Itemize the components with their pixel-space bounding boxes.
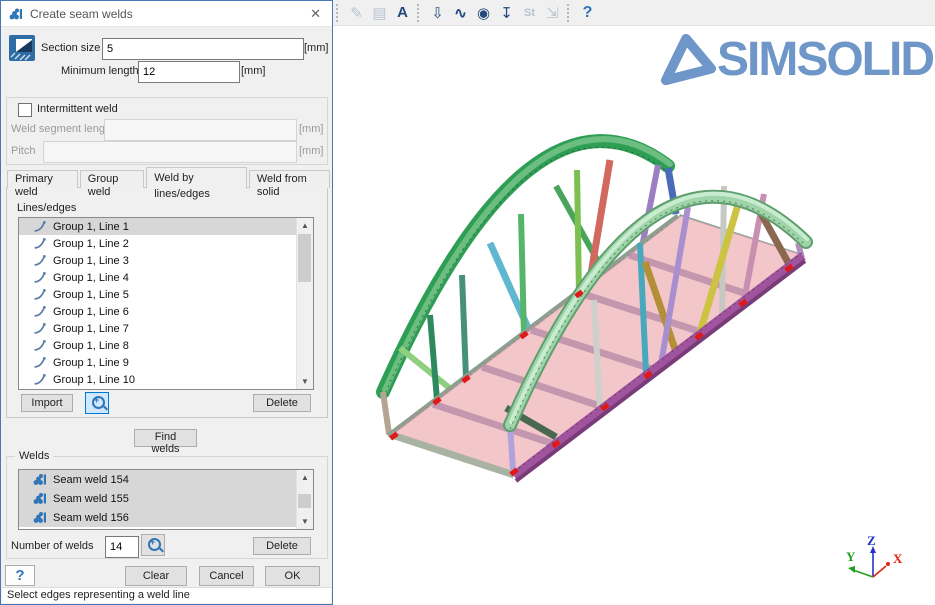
simsolid-triangle-icon [659, 32, 717, 88]
application-window: Z X Y SIMSOLID ✎ ▤ A ⇩ ∿ ◉ ↧ St ⇲ ? [0, 0, 935, 605]
list-item[interactable]: Group 1, Line 4 [19, 269, 313, 286]
list-item[interactable]: Group 1, Line 6 [19, 303, 313, 320]
zoom-to-weld-button[interactable] [141, 534, 165, 556]
list-item[interactable]: Group 1, Line 5 [19, 286, 313, 303]
lines-edges-label: Lines/edges [17, 202, 76, 214]
intermittent-weld-label: Intermittent weld [37, 103, 118, 115]
clear-button[interactable]: Clear [125, 566, 187, 586]
status-text: Select edges representing a weld line [7, 589, 190, 601]
list-item[interactable]: Group 1, Line 7 [19, 320, 313, 337]
section-size-unit: [mm] [304, 42, 328, 54]
weld-by-curve-icon[interactable]: ∿ [449, 2, 472, 23]
scrollbar-thumb[interactable] [298, 494, 311, 508]
list-item[interactable]: Group 1, Line 1 [19, 218, 313, 235]
lines-edges-scrollbar[interactable]: ▲ ▼ [296, 218, 313, 389]
toolbar-grip[interactable] [336, 4, 341, 22]
scroll-up-icon[interactable]: ▲ [297, 218, 313, 233]
weld-by-sphere-icon[interactable]: ◉ [472, 2, 495, 23]
cancel-button[interactable]: Cancel [199, 566, 254, 586]
main-toolbar: ✎ ▤ A ⇩ ∿ ◉ ↧ St ⇲ ? [333, 0, 935, 26]
intermittent-weld-checkbox[interactable] [18, 103, 32, 117]
axis-x-label: X [893, 551, 902, 567]
tab-primary-weld[interactable]: Primary weld [7, 170, 78, 188]
weld-segment-length-input[interactable] [104, 119, 297, 141]
section-size-icon [9, 35, 35, 61]
scroll-down-icon[interactable]: ▼ [297, 514, 313, 529]
weld-segment-length-unit: [mm] [299, 123, 323, 135]
section-size-label: Section size [41, 42, 100, 54]
pitch-label: Pitch [11, 145, 35, 157]
list-item[interactable]: Seam weld 155 [19, 489, 313, 508]
minimum-length-label: Minimum length [61, 65, 139, 77]
tab-group-weld[interactable]: Group weld [80, 170, 144, 188]
edit-weld-icon: ✎ [345, 2, 368, 23]
list-item[interactable]: Group 1, Line 2 [19, 235, 313, 252]
lines-delete-button[interactable]: Delete [253, 394, 311, 412]
ok-button[interactable]: OK [265, 566, 320, 586]
viewport-3d[interactable]: Z X Y SIMSOLID ✎ ▤ A ⇩ ∿ ◉ ↧ St ⇲ ? [333, 0, 935, 605]
pitch-input[interactable] [43, 141, 297, 163]
dialog-titlebar[interactable]: Create seam welds ✕ [1, 1, 332, 27]
tab-weld-from-solid[interactable]: Weld from solid [249, 170, 330, 188]
scroll-up-icon[interactable]: ▲ [297, 470, 313, 485]
axis-z-label: Z [867, 533, 876, 549]
number-of-welds-label: Number of welds [11, 540, 94, 552]
list-item[interactable]: Group 1, Line 3 [19, 252, 313, 269]
import-button[interactable]: Import [21, 394, 73, 412]
magnifier-icon [148, 538, 161, 551]
section-size-input[interactable] [102, 38, 304, 60]
weld-segment-length-label: Weld segment length [11, 123, 114, 135]
split-merge-icon: St [518, 2, 541, 23]
copy-welds-icon: ▤ [368, 2, 391, 23]
find-welds-button[interactable]: Find welds [134, 429, 197, 447]
list-item[interactable]: Group 1, Line 9 [19, 354, 313, 371]
pitch-unit: [mm] [299, 145, 323, 157]
seam-weld-icon [9, 8, 23, 20]
toolbar-separator [417, 4, 422, 22]
status-bar: Select edges representing a weld line [2, 587, 331, 603]
axis-y-label: Y [846, 549, 855, 565]
simsolid-logo-text: SIMSOLID [717, 36, 933, 84]
scrollbar-thumb[interactable] [298, 234, 311, 282]
bridge-model[interactable] [333, 0, 935, 605]
tab-weld-by-lines-edges[interactable]: Weld by lines/edges [146, 167, 247, 189]
probe-thermometer-icon[interactable]: ↧ [495, 2, 518, 23]
scroll-down-icon[interactable]: ▼ [297, 374, 313, 389]
list-item[interactable]: Group 1, Line 10 [19, 371, 313, 388]
lines-edges-list[interactable]: Group 1, Line 1 Group 1, Line 2 Group 1,… [18, 217, 314, 390]
close-icon[interactable]: ✕ [307, 6, 324, 22]
welds-delete-button[interactable]: Delete [253, 537, 311, 555]
toolbar-separator [567, 4, 572, 22]
create-seam-weld-icon[interactable]: ⇩ [426, 2, 449, 23]
simsolid-logo: SIMSOLID [659, 32, 933, 88]
list-item[interactable]: Group 1, Line 8 [19, 337, 313, 354]
list-item[interactable]: Seam weld 156 [19, 508, 313, 527]
welds-list[interactable]: Seam weld 154 Seam weld 155 Seam weld 15… [18, 469, 314, 530]
minimum-length-unit: [mm] [241, 65, 265, 77]
measure-compass-icon[interactable]: A [391, 2, 414, 23]
fit-view-icon: ⇲ [541, 2, 564, 23]
dialog-help-button[interactable]: ? [5, 565, 35, 586]
list-item[interactable]: Seam weld 154 [19, 470, 313, 489]
welds-scrollbar[interactable]: ▲ ▼ [296, 470, 313, 529]
number-of-welds-value [105, 536, 139, 558]
minimum-length-input[interactable] [138, 61, 240, 83]
create-seam-welds-dialog: Create seam welds ✕ Section size [mm] Mi… [0, 0, 333, 605]
magnifier-icon [92, 396, 105, 409]
welds-group-label: Welds [15, 450, 53, 462]
weld-mode-tabs: Primary weld Group weld Weld by lines/ed… [7, 171, 332, 188]
zoom-to-line-button[interactable] [85, 392, 109, 414]
dialog-title: Create seam welds [30, 7, 307, 21]
help-icon[interactable]: ? [576, 2, 599, 23]
